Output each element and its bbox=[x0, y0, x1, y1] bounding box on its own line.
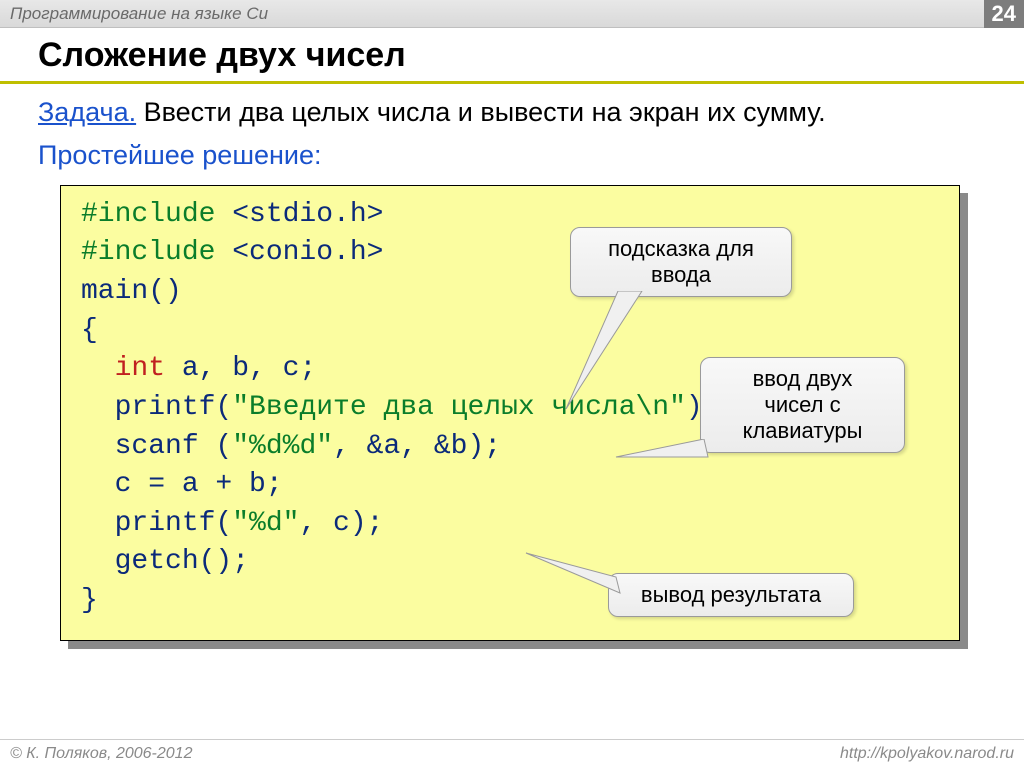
kw-include2: #include bbox=[81, 237, 215, 268]
brace-open: { bbox=[81, 315, 98, 346]
assign: c = a + b; bbox=[81, 469, 283, 500]
task-body: Ввести два целых числа и вывести на экра… bbox=[136, 97, 826, 127]
callout-hint-line1: подсказка для bbox=[587, 236, 775, 262]
hdr-conio: <conio.h> bbox=[215, 237, 383, 268]
printf2-str: "%d" bbox=[232, 508, 299, 539]
printf2-end: , c); bbox=[299, 508, 383, 539]
callout-input-line3: клавиатуры bbox=[717, 418, 888, 444]
callout-output-text: вывод результата bbox=[641, 582, 821, 607]
int-vars: a, b, c; bbox=[165, 353, 316, 384]
scanf-end: , &a, &b); bbox=[333, 431, 501, 462]
footer-url: http://kpolyakov.narod.ru bbox=[840, 745, 1014, 763]
page-number: 24 bbox=[984, 0, 1024, 28]
code-block: #include <stdio.h> #include <conio.h> ma… bbox=[60, 185, 960, 641]
main-decl: main() bbox=[81, 276, 182, 307]
callout-input-line1: ввод двух bbox=[717, 366, 888, 392]
footer-copyright: © К. Поляков, 2006-2012 bbox=[10, 745, 192, 763]
callout-input-line2: чисел с bbox=[717, 392, 888, 418]
kw-int: int bbox=[115, 353, 165, 384]
header: Программирование на языке Си 24 bbox=[0, 0, 1024, 28]
task-text: Задача. Ввести два целых числа и вывести… bbox=[38, 96, 986, 130]
brace-close: } bbox=[81, 585, 98, 616]
printf2-fn: printf( bbox=[115, 508, 233, 539]
task-label: Задача. bbox=[38, 97, 136, 127]
callout-input-hint: подсказка для ввода bbox=[570, 227, 792, 297]
footer: © К. Поляков, 2006-2012 http://kpolyakov… bbox=[0, 739, 1024, 767]
header-title: Программирование на языке Си bbox=[10, 4, 268, 24]
slide-heading: Сложение двух чисел bbox=[0, 28, 1024, 81]
scanf-fn: scanf ( bbox=[115, 431, 233, 462]
kw-include: #include bbox=[81, 199, 215, 230]
printf1-str: "Введите два целых числа\n" bbox=[232, 392, 686, 423]
callout-output: вывод результата bbox=[608, 573, 854, 617]
printf1-fn: printf( bbox=[115, 392, 233, 423]
content: Задача. Ввести два целых числа и вывести… bbox=[0, 84, 1024, 739]
slide: Программирование на языке Си 24 Сложение… bbox=[0, 0, 1024, 767]
callout-hint-line2: ввода bbox=[587, 262, 775, 288]
getch: getch(); bbox=[81, 546, 249, 577]
hdr-stdio: <stdio.h> bbox=[215, 199, 383, 230]
callout-keyboard-input: ввод двух чисел с клавиатуры bbox=[700, 357, 905, 453]
scanf-str: "%d%d" bbox=[232, 431, 333, 462]
simplest-label: Простейшее решение: bbox=[38, 140, 986, 171]
